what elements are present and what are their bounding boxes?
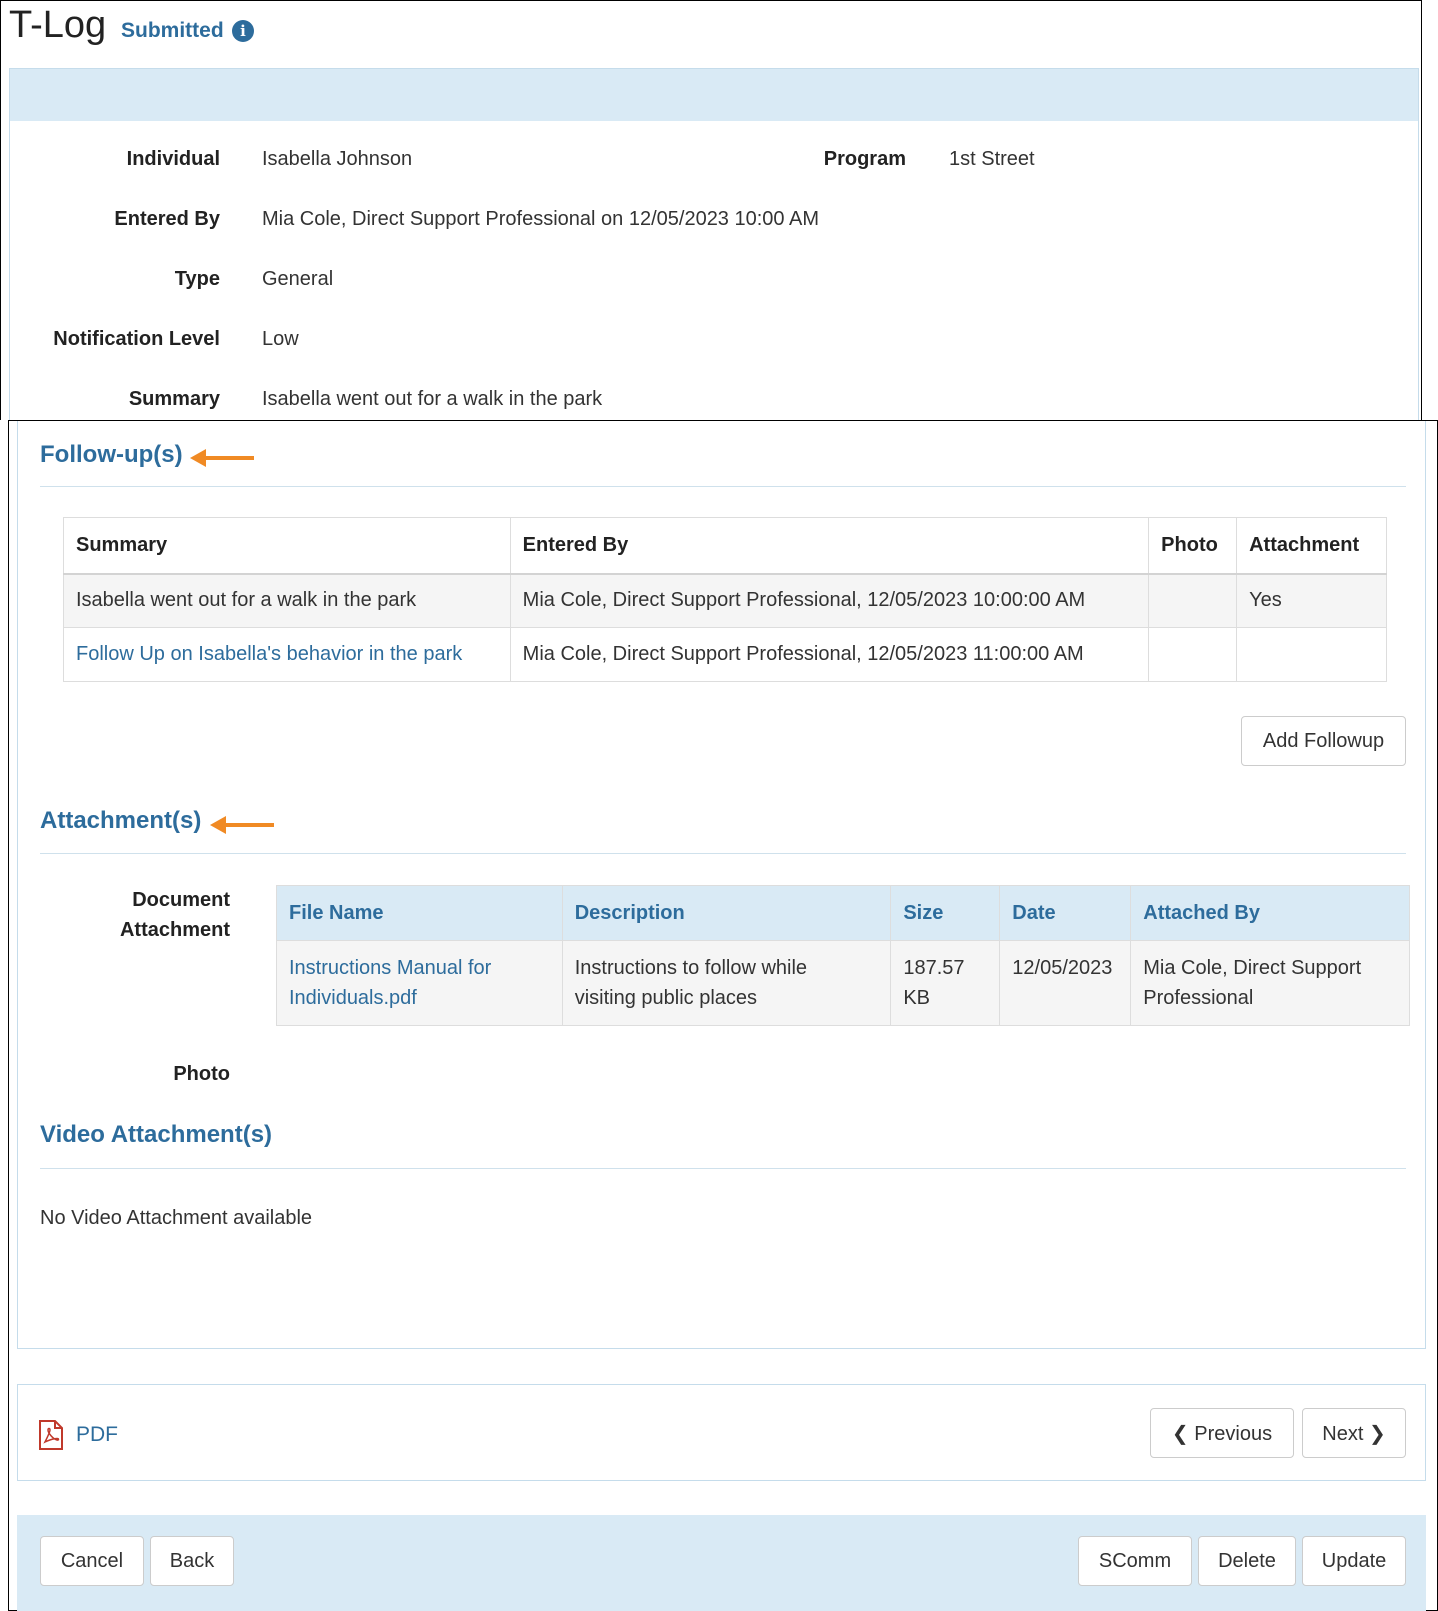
size-cell: 187.57 KB	[890, 940, 1001, 1026]
details-panel-header	[10, 69, 1418, 121]
column-header-size: Size	[890, 885, 1001, 941]
notification-level-value: Low	[262, 328, 299, 350]
followups-divider	[40, 486, 1406, 487]
attachments-title: Attachment(s)	[40, 807, 202, 834]
column-header-photo: Photo	[1148, 517, 1238, 575]
table-header-row: Summary Entered By Photo Attachment	[63, 517, 1387, 575]
status-label: Submitted	[121, 19, 224, 42]
table-row: Isabella went out for a walk in the park…	[63, 573, 1387, 628]
add-followup-button[interactable]: Add Followup	[1241, 716, 1406, 766]
delete-button[interactable]: Delete	[1198, 1536, 1296, 1586]
table-row: Instructions Manual for Individuals.pdf …	[276, 940, 1410, 1026]
scomm-button[interactable]: SComm	[1078, 1536, 1192, 1586]
description-cell: Instructions to follow while visiting pu…	[561, 940, 892, 1026]
entered-by-value: Mia Cole, Direct Support Professional on…	[262, 208, 819, 230]
previous-button[interactable]: ❮ Previous	[1150, 1408, 1294, 1458]
file-name-link[interactable]: Individuals.pdf	[289, 987, 417, 1009]
type-label: Type	[174, 268, 220, 290]
followup-link[interactable]: Follow Up on Isabella's behavior in the …	[76, 643, 462, 665]
table-header-row: File Name Description Size Date Attached…	[276, 885, 1410, 941]
pdf-link[interactable]: PDF	[76, 1421, 118, 1449]
info-circle-icon[interactable]: i	[232, 20, 254, 42]
entered-by-label: Entered By	[114, 208, 220, 230]
type-value: General	[262, 268, 334, 290]
attachments-table: File Name Description Size Date Attached…	[276, 885, 1410, 1026]
photo-label: Photo	[173, 1063, 230, 1085]
individual-label: Individual	[126, 148, 220, 170]
followups-title: Follow-up(s)	[40, 441, 183, 468]
file-name-link[interactable]: Instructions Manual for	[289, 957, 491, 979]
annotation-arrow-line	[204, 456, 254, 460]
page-title: T-Log	[9, 4, 107, 46]
individual-value: Isabella Johnson	[262, 148, 413, 170]
followups-table: Summary Entered By Photo Attachment Isab…	[63, 517, 1387, 682]
cancel-button[interactable]: Cancel	[40, 1536, 144, 1586]
column-header-attachment: Attachment	[1236, 517, 1387, 575]
attached-by-cell: Mia Cole, Direct Support Professional	[1130, 940, 1410, 1026]
video-divider	[40, 1168, 1406, 1169]
attachments-divider	[40, 853, 1406, 854]
row-entered-by: Mia Cole, Direct Support Professional, 1…	[509, 627, 1150, 682]
row-attachment: Yes	[1236, 573, 1387, 628]
notification-level-label: Notification Level	[53, 328, 220, 350]
column-header-description: Description	[561, 885, 892, 941]
row-entered-by: Mia Cole, Direct Support Professional, 1…	[509, 573, 1150, 628]
summary-label: Summary	[128, 388, 220, 410]
update-button[interactable]: Update	[1302, 1536, 1406, 1586]
column-header-attached-by: Attached By	[1130, 885, 1410, 941]
row-photo	[1148, 573, 1238, 628]
video-attachments-title: Video Attachment(s)	[40, 1121, 273, 1148]
annotation-arrow-line	[224, 823, 274, 827]
column-header-date: Date	[999, 885, 1132, 941]
column-header-entered-by: Entered By	[509, 517, 1150, 575]
table-row: Follow Up on Isabella's behavior in the …	[63, 627, 1387, 682]
pdf-file-icon[interactable]	[38, 1420, 64, 1450]
row-summary: Isabella went out for a walk in the park	[63, 573, 511, 628]
row-photo	[1148, 627, 1238, 682]
chevron-left-icon: ❮	[1171, 1422, 1189, 1445]
chevron-right-icon: ❯	[1368, 1422, 1386, 1445]
column-header-file-name: File Name	[276, 885, 563, 941]
program-label: Program	[823, 148, 906, 170]
no-video-text: No Video Attachment available	[40, 1207, 313, 1229]
back-button[interactable]: Back	[150, 1536, 234, 1586]
row-attachment	[1236, 627, 1387, 682]
summary-value: Isabella went out for a walk in the park	[262, 388, 603, 410]
next-button[interactable]: Next ❯	[1302, 1408, 1406, 1458]
document-attachment-label: Document Attachment	[119, 889, 230, 941]
column-header-summary: Summary	[63, 517, 511, 575]
date-cell: 12/05/2023	[999, 940, 1132, 1026]
program-value: 1st Street	[949, 148, 1035, 170]
file-name-cell[interactable]: Instructions Manual for Individuals.pdf	[276, 940, 563, 1026]
